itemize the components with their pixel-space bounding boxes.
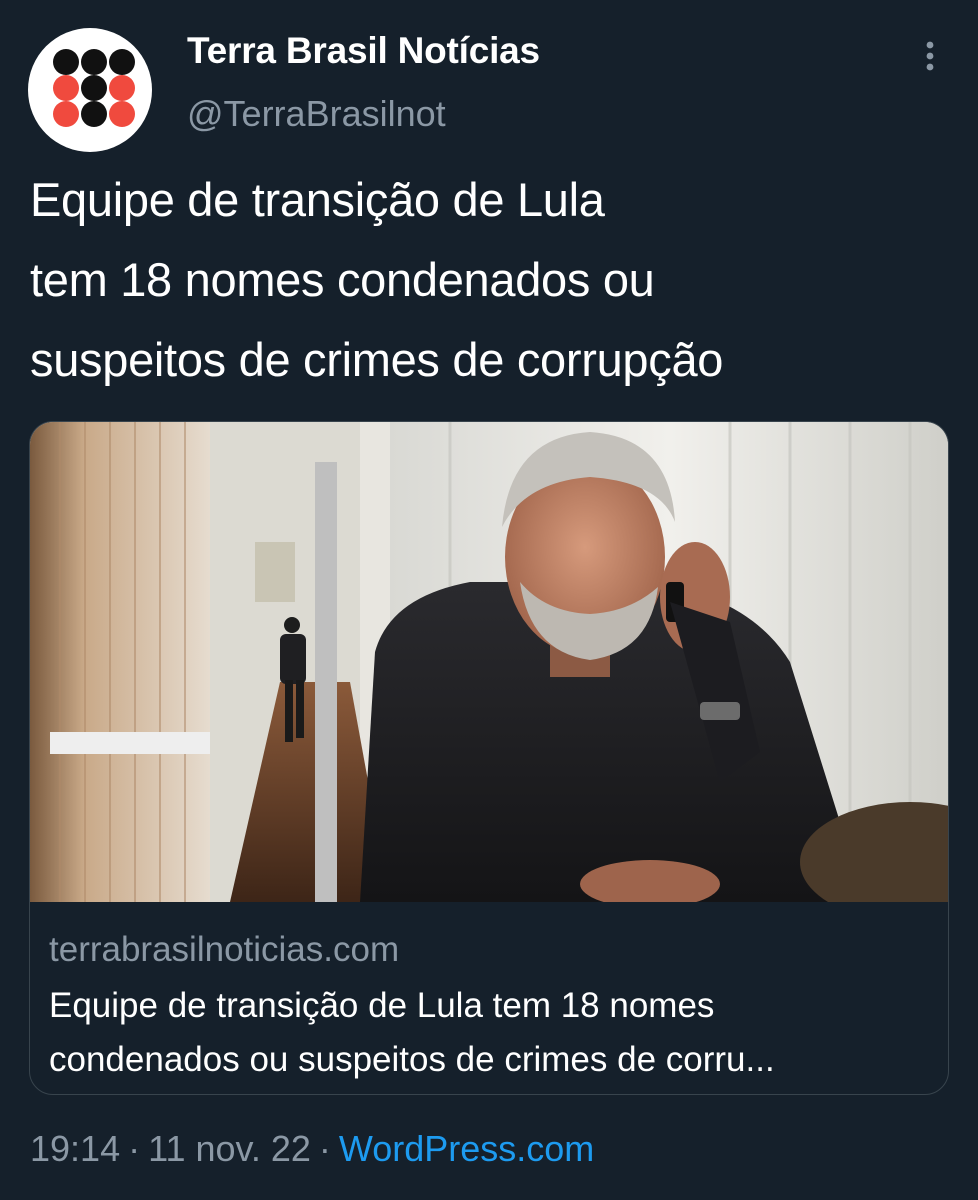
tweet-source-link[interactable]: WordPress.com — [339, 1128, 594, 1169]
tweet-text: Equipe de transição de Lula tem 18 nomes… — [30, 160, 960, 400]
card-title-line: Equipe de transição de Lula tem 18 nomes — [49, 986, 715, 1025]
link-preview-card[interactable]: terrabrasilnoticias.com Equipe de transi… — [29, 421, 949, 1095]
card-domain: terrabrasilnoticias.com — [49, 930, 400, 969]
card-title-line: condenados ou suspeitos de crimes de cor… — [49, 1040, 775, 1079]
meta-separator: · — [128, 1128, 141, 1169]
author-name[interactable]: Terra Brasil Notícias — [187, 30, 540, 72]
more-options-button[interactable] — [910, 36, 950, 76]
dot-grid-logo-icon — [53, 49, 135, 127]
card-title: Equipe de transição de Lula tem 18 nomes… — [49, 979, 929, 1087]
article-photo[interactable] — [30, 422, 948, 902]
tweet-date[interactable]: 11 nov. 22 — [148, 1128, 311, 1169]
tweet-text-line: suspeitos de crimes de corrupção — [30, 333, 724, 386]
avatar[interactable] — [28, 28, 152, 152]
meta-separator: · — [318, 1128, 331, 1169]
more-vertical-icon — [926, 41, 934, 71]
tweet: Terra Brasil Notícias @TerraBrasilnot Eq… — [0, 0, 978, 1200]
tweet-time[interactable]: 19:14 — [30, 1128, 120, 1169]
author-handle[interactable]: @TerraBrasilnot — [187, 93, 446, 135]
tweet-text-line: tem 18 nomes condenados ou — [30, 253, 655, 306]
tweet-meta: 19:14 · 11 nov. 22 · WordPress.com — [30, 1128, 594, 1170]
tweet-text-line: Equipe de transição de Lula — [30, 173, 605, 226]
